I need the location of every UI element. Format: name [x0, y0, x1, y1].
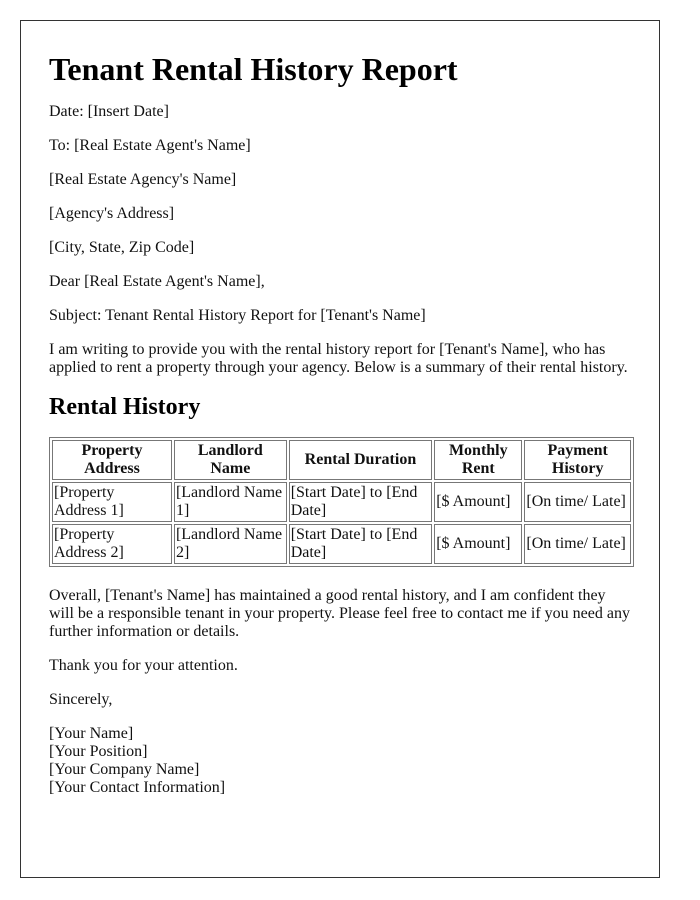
cell-landlord-name: [Landlord Name 2] — [173, 524, 287, 564]
signoff: Sincerely, — [49, 691, 113, 708]
table-row: [Property Address 1] [Landlord Name 1] [… — [52, 482, 631, 522]
header-rental-duration: Rental Duration — [288, 440, 433, 480]
rental-history-table: Property Address Landlord Name Rental Du… — [49, 437, 634, 567]
subject-line: Subject: Tenant Rental History Report fo… — [49, 307, 426, 324]
salutation: Dear [Real Estate Agent's Name], — [49, 273, 265, 290]
report-title: Tenant Rental History Report — [49, 51, 458, 87]
agency-address-line: [Agency's Address] — [49, 205, 175, 222]
header-landlord-name: Landlord Name — [173, 440, 287, 480]
signature-position: [Your Position] — [49, 743, 148, 760]
cell-rental-duration: [Start Date] to [End Date] — [288, 524, 433, 564]
date-line: Date: [Insert Date] — [49, 103, 169, 120]
signature-block: [Your Name] [Your Position] [Your Compan… — [49, 725, 631, 797]
cell-landlord-name: [Landlord Name 1] — [173, 482, 287, 522]
cell-monthly-rent: [$ Amount] — [434, 524, 523, 564]
table-header-row: Property Address Landlord Name Rental Du… — [52, 440, 631, 480]
thanks-line: Thank you for your attention. — [49, 657, 238, 674]
recipient-line: To: [Real Estate Agent's Name] — [49, 137, 251, 154]
signature-contact: [Your Contact Information] — [49, 779, 226, 796]
city-state-zip-line: [City, State, Zip Code] — [49, 239, 195, 256]
intro-paragraph: I am writing to provide you with the ren… — [49, 341, 628, 376]
header-payment-history: Payment History — [524, 440, 631, 480]
header-monthly-rent: Monthly Rent — [434, 440, 523, 480]
cell-property-address: [Property Address 1] — [52, 482, 172, 522]
cell-property-address: [Property Address 2] — [52, 524, 172, 564]
cell-payment-history: [On time/ Late] — [524, 482, 631, 522]
agency-name-line: [Real Estate Agency's Name] — [49, 171, 237, 188]
table-row: [Property Address 2] [Landlord Name 2] [… — [52, 524, 631, 564]
signature-name: [Your Name] — [49, 725, 134, 742]
document-page: Tenant Rental History Report Date: [Inse… — [20, 20, 660, 878]
cell-payment-history: [On time/ Late] — [524, 524, 631, 564]
header-property-address: Property Address — [52, 440, 172, 480]
cell-monthly-rent: [$ Amount] — [434, 482, 523, 522]
signature-company: [Your Company Name] — [49, 761, 200, 778]
cell-rental-duration: [Start Date] to [End Date] — [288, 482, 433, 522]
closing-paragraph: Overall, [Tenant's Name] has maintained … — [49, 587, 630, 640]
section-title: Rental History — [49, 394, 201, 420]
